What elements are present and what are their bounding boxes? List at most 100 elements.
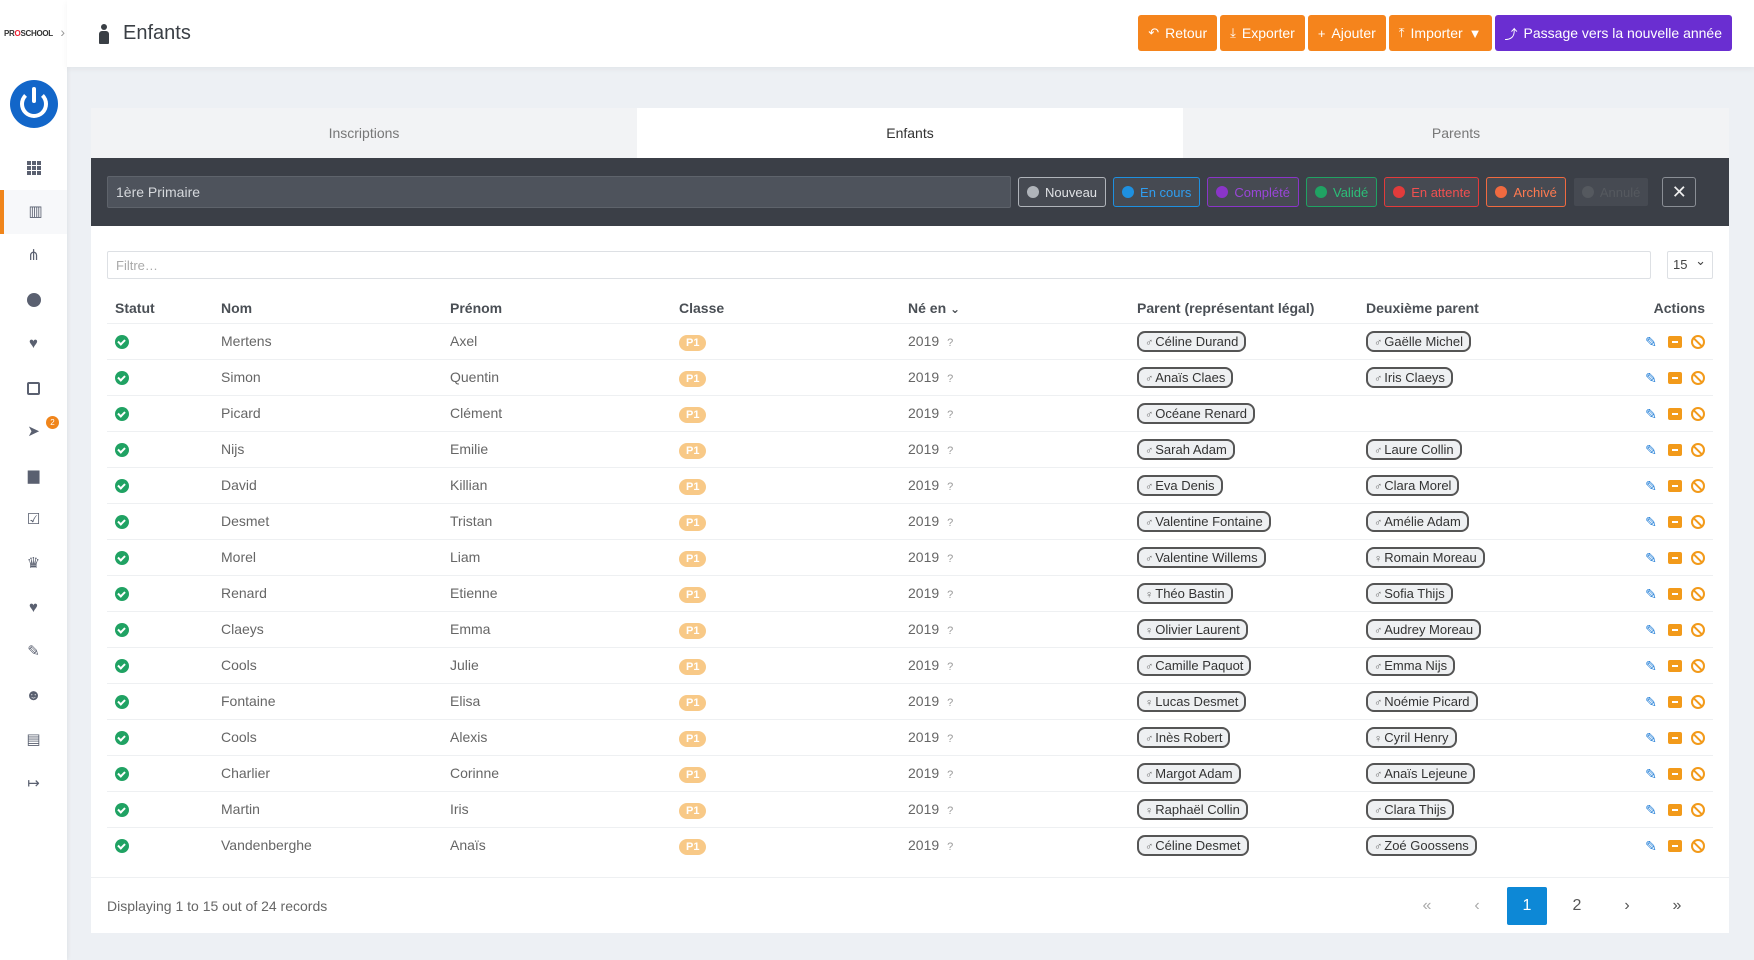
table-row[interactable]: Morel Liam P1 2019? ♂ Valentine Willems ♀ Romai… xyxy=(107,538,1713,575)
archive-icon[interactable] xyxy=(1668,768,1682,781)
parent2-chip[interactable]: ♂ Noémie Picard xyxy=(1366,690,1478,712)
ban-icon[interactable] xyxy=(1691,659,1705,674)
ban-icon[interactable] xyxy=(1691,803,1705,818)
nav-awards[interactable]: ♛ xyxy=(0,542,67,586)
table-row[interactable]: Charlier Corinne P1 2019? ♂ Margot Adam ♂ Anaïs… xyxy=(107,754,1713,791)
nav-users[interactable]: ☻ xyxy=(0,674,67,718)
pencil-icon[interactable]: ✎ xyxy=(1643,839,1659,853)
first-page-button[interactable]: « xyxy=(1407,887,1447,925)
parent2-chip[interactable]: ♀ Romain Moreau xyxy=(1366,546,1485,568)
ban-icon[interactable] xyxy=(1691,551,1705,566)
close-filter-button[interactable]: ✕ xyxy=(1662,177,1697,207)
parent2-chip[interactable]: ♂ Iris Claeys xyxy=(1366,366,1453,388)
table-row[interactable]: Cools Julie P1 2019? ♂ Camille Paquot ♂ Emma Ni… xyxy=(107,646,1713,683)
pencil-icon[interactable]: ✎ xyxy=(1643,335,1659,349)
ban-icon[interactable] xyxy=(1691,767,1705,782)
ban-icon[interactable] xyxy=(1691,731,1705,746)
nav-calendar[interactable] xyxy=(0,366,67,410)
table-row[interactable]: Fontaine Elisa P1 2019? ♀ Lucas Desmet ♂ Noémie… xyxy=(107,682,1713,719)
ban-icon[interactable] xyxy=(1691,623,1705,638)
archive-icon[interactable] xyxy=(1668,480,1682,493)
col-nom[interactable]: Nom xyxy=(213,293,442,323)
retour-button[interactable]: ↶ Retour xyxy=(1138,15,1218,51)
col-classe[interactable]: Classe xyxy=(671,293,900,323)
archive-icon[interactable] xyxy=(1668,588,1682,601)
ban-icon[interactable] xyxy=(1691,335,1705,350)
nav-tasks[interactable]: ☑ xyxy=(0,498,67,542)
table-row[interactable]: Mertens Axel P1 2019? ♂ Céline Durand ♂ Gaëlle … xyxy=(107,322,1713,359)
table-row[interactable]: Martin Iris P1 2019? ♀ Raphaël Collin ♂ Clara T… xyxy=(107,790,1713,827)
nav-messages[interactable]: ➤ 2 xyxy=(0,410,67,454)
archive-icon[interactable] xyxy=(1668,552,1682,565)
pencil-icon[interactable]: ✎ xyxy=(1643,551,1659,565)
ban-icon[interactable] xyxy=(1691,587,1705,602)
parent1-chip[interactable]: ♀ Théo Bastin xyxy=(1137,582,1233,604)
nav-favorites[interactable]: ♥ xyxy=(0,322,67,366)
last-page-button[interactable]: » xyxy=(1657,887,1697,925)
ban-icon[interactable] xyxy=(1691,407,1705,422)
archive-icon[interactable] xyxy=(1668,696,1682,709)
archive-icon[interactable] xyxy=(1668,804,1682,817)
tab-inscriptions[interactable]: Inscriptions xyxy=(91,108,637,158)
ban-icon[interactable] xyxy=(1691,479,1705,494)
parent2-chip[interactable]: ♂ Amélie Adam xyxy=(1366,510,1469,532)
pencil-icon[interactable]: ✎ xyxy=(1643,515,1659,529)
parent2-chip[interactable]: ♂ Clara Thijs xyxy=(1366,798,1455,820)
table-row[interactable]: Picard Clément P1 2019? ♂ Océane Renard ✎ xyxy=(107,394,1713,431)
table-row[interactable]: David Killian P1 2019? ♂ Eva Denis ♂ Clara More… xyxy=(107,466,1713,503)
pencil-icon[interactable]: ✎ xyxy=(1643,479,1659,493)
class-select[interactable]: 1ère Primaire xyxy=(107,176,1011,208)
col-parent2[interactable]: Deuxième parent xyxy=(1358,293,1587,323)
nav-school[interactable]: ▥ xyxy=(0,190,67,234)
archive-icon[interactable] xyxy=(1668,516,1682,529)
parent2-chip[interactable]: ♂ Laure Collin xyxy=(1366,438,1462,460)
power-logo-icon[interactable] xyxy=(9,80,58,128)
status-filter-chip[interactable]: Archivé xyxy=(1486,177,1566,207)
col-ne-en[interactable]: Né en ⌄ xyxy=(900,293,1129,323)
archive-icon[interactable] xyxy=(1668,660,1682,673)
page-2-button[interactable]: 2 xyxy=(1557,887,1597,925)
status-filter-chip[interactable]: Validé xyxy=(1306,177,1378,207)
parent1-chip[interactable]: ♂ Inès Robert xyxy=(1137,726,1231,748)
nav-tools[interactable]: ✎ xyxy=(0,630,67,674)
parent2-chip[interactable]: ♂ Zoé Goossens xyxy=(1366,834,1477,856)
status-filter-chip[interactable]: En attente xyxy=(1384,177,1480,207)
nav-logout[interactable]: ↦ xyxy=(0,762,67,806)
parent1-chip[interactable]: ♀ Lucas Desmet xyxy=(1137,690,1247,712)
ban-icon[interactable] xyxy=(1691,695,1705,710)
pencil-icon[interactable]: ✎ xyxy=(1643,659,1659,673)
nav-health[interactable]: ♥ xyxy=(0,586,67,630)
parent2-chip[interactable]: ♂ Emma Nijs xyxy=(1366,654,1456,676)
col-statut[interactable]: Statut xyxy=(107,293,213,323)
status-filter-chip[interactable]: Annulé xyxy=(1572,177,1650,207)
table-row[interactable]: Renard Etienne P1 2019? ♀ Théo Bastin ♂ Sofia T… xyxy=(107,574,1713,611)
tab-enfants[interactable]: Enfants xyxy=(637,108,1183,158)
importer-button[interactable]: ⤒ Importer ▼ xyxy=(1388,15,1492,51)
parent1-chip[interactable]: ♂ Anaïs Claes xyxy=(1137,366,1234,388)
parent1-chip[interactable]: ♂ Céline Desmet xyxy=(1137,834,1249,856)
per-page-select[interactable]: 15 xyxy=(1667,248,1713,279)
status-filter-chip[interactable]: Nouveau xyxy=(1018,177,1107,207)
passage-nouvelle-annee-button[interactable]: ⤴ Passage vers la nouvelle année xyxy=(1494,15,1732,51)
nav-history[interactable] xyxy=(0,278,67,322)
parent2-chip[interactable]: ♂ Gaëlle Michel xyxy=(1366,330,1472,352)
pencil-icon[interactable]: ✎ xyxy=(1643,407,1659,421)
nav-events[interactable]: ▆ xyxy=(0,454,67,498)
parent2-chip[interactable]: ♀ Cyril Henry xyxy=(1366,726,1457,748)
status-filter-chip[interactable]: En cours xyxy=(1113,177,1201,207)
parent2-chip[interactable]: ♂ Sofia Thijs xyxy=(1366,582,1453,604)
nav-dashboard[interactable] xyxy=(0,146,67,190)
parent1-chip[interactable]: ♂ Valentine Willems xyxy=(1137,546,1266,568)
archive-icon[interactable] xyxy=(1668,372,1682,385)
parent1-chip[interactable]: ♂ Camille Paquot xyxy=(1137,654,1252,676)
nav-structure[interactable]: ⋔ xyxy=(0,234,67,278)
table-row[interactable]: Desmet Tristan P1 2019? ♂ Valentine Fontaine ♂… xyxy=(107,502,1713,539)
parent1-chip[interactable]: ♂ Valentine Fontaine xyxy=(1137,510,1271,532)
nav-documents[interactable]: ▤ xyxy=(0,718,67,762)
col-parent1[interactable]: Parent (représentant légal) xyxy=(1129,293,1358,323)
ban-icon[interactable] xyxy=(1691,839,1705,854)
pencil-icon[interactable]: ✎ xyxy=(1643,731,1659,745)
parent1-chip[interactable]: ♂ Céline Durand xyxy=(1137,330,1247,352)
archive-icon[interactable] xyxy=(1668,624,1682,637)
parent1-chip[interactable]: ♂ Margot Adam xyxy=(1137,762,1241,784)
